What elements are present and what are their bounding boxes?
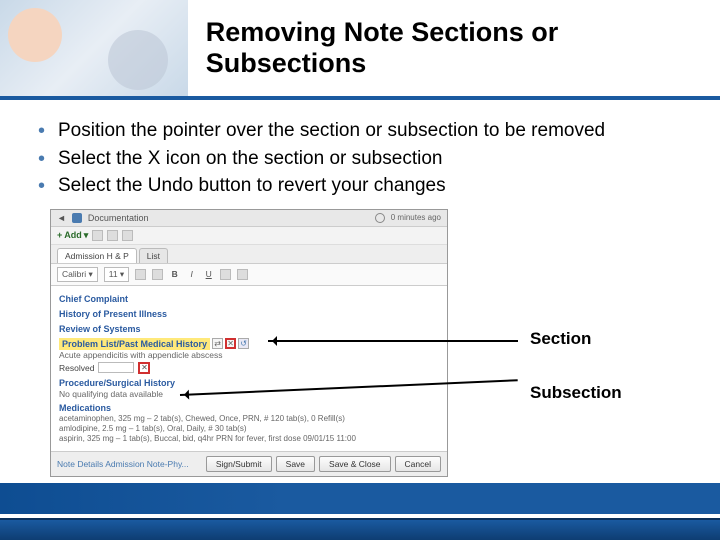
back-icon[interactable]: ◄: [57, 213, 66, 223]
app-screenshot: ◄ Documentation 0 minutes ago +Add ▾ Adm…: [50, 209, 448, 477]
tab-admission[interactable]: Admission H & P: [57, 248, 137, 263]
tab-list[interactable]: List: [139, 248, 168, 263]
note-details[interactable]: Note Details Admission Note-Phy...: [57, 459, 189, 469]
sign-submit-button[interactable]: Sign/Submit: [206, 456, 272, 472]
doc-icon: [72, 213, 82, 223]
toolbar-icon[interactable]: [220, 269, 231, 280]
toolbar-icon[interactable]: [237, 269, 248, 280]
sub-field[interactable]: [98, 362, 134, 373]
bullet-item: Position the pointer over the section or…: [30, 118, 690, 144]
add-button[interactable]: +Add ▾: [57, 230, 88, 241]
bottom-bar: Note Details Admission Note-Phy... Sign/…: [51, 451, 447, 476]
format-toolbar: Calibri ▾ 11 ▾ B I U: [51, 263, 447, 286]
toolbar-icon[interactable]: [135, 269, 146, 280]
section-x-icon[interactable]: ✕: [225, 338, 236, 349]
bullet-item: Select the Undo button to revert your ch…: [30, 173, 690, 199]
undo-icon[interactable]: ↺: [238, 338, 249, 349]
save-close-button[interactable]: Save & Close: [319, 456, 391, 472]
app-titlebar: ◄ Documentation 0 minutes ago: [51, 210, 447, 227]
section-remove-icon[interactable]: ⇄: [212, 338, 223, 349]
toolbar-icon[interactable]: [122, 230, 133, 241]
bullet-item: Select the X icon on the section or subs…: [30, 146, 690, 172]
toolbar-icon[interactable]: [152, 269, 163, 280]
section-problem-list[interactable]: Problem List/Past Medical History ⇄ ✕ ↺: [59, 338, 249, 350]
note-body: Chief Complaint History of Present Illne…: [51, 286, 447, 451]
section-ros[interactable]: Review of Systems: [59, 323, 439, 335]
section-chief-complaint[interactable]: Chief Complaint: [59, 293, 439, 305]
size-select[interactable]: 11 ▾: [104, 267, 129, 282]
tab-row: Admission H & P List: [51, 245, 447, 263]
screenshot-area: ◄ Documentation 0 minutes ago +Add ▾ Adm…: [0, 209, 720, 483]
app-title: Documentation: [88, 213, 149, 223]
section-hpi[interactable]: History of Present Illness: [59, 308, 439, 320]
slide-header: Removing Note Sections or Subsections: [0, 0, 720, 100]
toolbar: +Add ▾: [51, 227, 447, 245]
subsection-x-icon[interactable]: ✕: [138, 362, 150, 374]
label-section: Section: [530, 329, 591, 349]
slide-title: Removing Note Sections or Subsections: [188, 17, 720, 79]
label-subsection: Subsection: [530, 383, 622, 403]
subsection-resolved[interactable]: Resolved ✕: [59, 362, 439, 374]
bullet-area: Position the pointer over the section or…: [0, 100, 720, 209]
section-medications[interactable]: Medications: [59, 402, 439, 414]
font-select[interactable]: Calibri ▾: [57, 267, 98, 282]
cancel-button[interactable]: Cancel: [395, 456, 441, 472]
problem-line: Acute appendicitis with appendicle absce…: [59, 350, 439, 360]
arrow-section: [268, 340, 518, 342]
med-line: acetaminophen, 325 mg – 2 tab(s), Chewed…: [59, 414, 439, 424]
plus-icon: +: [57, 230, 62, 240]
header-photo: [0, 0, 188, 96]
save-button[interactable]: Save: [276, 456, 315, 472]
toolbar-icon[interactable]: [107, 230, 118, 241]
toolbar-icon[interactable]: [92, 230, 103, 241]
bold-icon[interactable]: B: [169, 269, 180, 279]
med-line: amlodipine, 2.5 mg – 1 tab(s), Oral, Dai…: [59, 424, 439, 434]
slide-footer: [0, 518, 720, 540]
refresh-icon[interactable]: [375, 213, 385, 223]
timestamp: 0 minutes ago: [391, 213, 441, 222]
italic-icon[interactable]: I: [186, 269, 197, 279]
underline-icon[interactable]: U: [203, 269, 214, 279]
med-line: aspirin, 325 mg – 1 tab(s), Buccal, bid,…: [59, 434, 439, 444]
